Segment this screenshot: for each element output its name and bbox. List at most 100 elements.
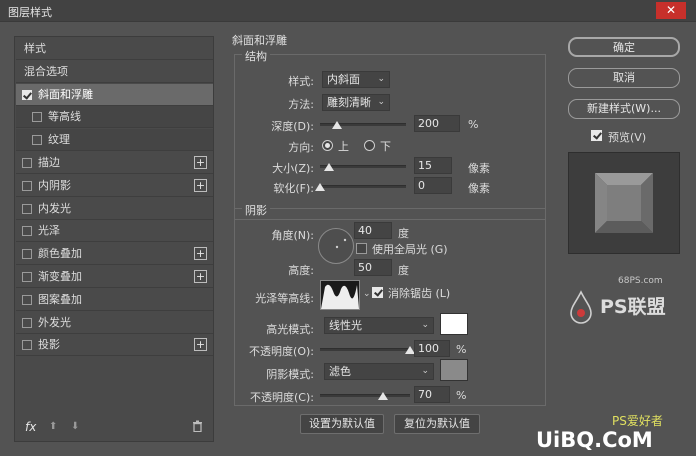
sidebar-item[interactable]: 内阴影 + <box>16 175 213 197</box>
styles-list-panel: 样式 混合选项 斜面和浮雕 等高线 纹理 描边 + 内阴影 + 内发光 光泽 颜色叠加 + 渐变叠加 + 图案… <box>14 36 214 442</box>
drop-logo-svg <box>570 290 592 324</box>
styles-list-toolbar: fx ⬆ ⬇ <box>15 415 213 441</box>
sidebar-item[interactable]: 外发光 <box>16 312 213 334</box>
depth-input[interactable]: 200 <box>414 115 460 132</box>
highlight-opacity-input[interactable]: 100 <box>414 340 450 357</box>
sidebar-item[interactable]: 光泽 <box>16 220 213 242</box>
sidebar-item-label: 等高线 <box>48 110 81 123</box>
altitude-unit: 度 <box>398 264 409 277</box>
sidebar-item-checkbox[interactable] <box>22 226 32 236</box>
angle-input[interactable]: 40 <box>354 222 392 239</box>
add-effect-icon[interactable]: + <box>194 338 207 351</box>
title-bar: 图层样式 ✕ <box>0 0 696 22</box>
technique-select-value: 雕刻清晰 <box>327 96 371 109</box>
sidebar-item[interactable]: 纹理 <box>16 129 213 151</box>
sidebar-item-checkbox[interactable] <box>22 181 32 191</box>
reset-default-button[interactable]: 复位为默认值 <box>394 414 480 434</box>
add-effect-icon[interactable]: + <box>194 156 207 169</box>
sidebar-item[interactable]: 内发光 <box>16 198 213 220</box>
highlight-opacity-label: 不透明度(O): <box>249 345 314 358</box>
sidebar-item-checkbox[interactable] <box>32 112 42 122</box>
shadow-opacity-input[interactable]: 70 <box>414 386 450 403</box>
preview-checkbox[interactable] <box>591 130 602 141</box>
chevron-down-icon[interactable]: ⌄ <box>363 289 371 299</box>
make-default-button[interactable]: 设置为默认值 <box>300 414 384 434</box>
technique-select[interactable]: 雕刻清晰 ⌄ <box>322 94 390 111</box>
sidebar-item-checkbox[interactable] <box>22 158 32 168</box>
size-input[interactable]: 15 <box>414 157 452 174</box>
fx-icon[interactable]: fx <box>25 420 36 434</box>
sidebar-item[interactable]: 投影 + <box>16 334 213 356</box>
sidebar-item-checkbox[interactable] <box>22 318 32 328</box>
contour-curve-icon <box>321 284 359 309</box>
sidebar-item-checkbox[interactable] <box>22 90 32 100</box>
style-select[interactable]: 内斜面 ⌄ <box>322 71 390 88</box>
soften-slider-thumb[interactable] <box>315 183 325 191</box>
highlight-color-swatch[interactable] <box>440 313 468 335</box>
bevel-emboss-panel: 斜面和浮雕 结构 样式: 内斜面 ⌄ 方法: 雕刻清晰 ⌄ 深度(D): 200… <box>228 32 555 434</box>
sidebar-item[interactable]: 颜色叠加 + <box>16 243 213 265</box>
altitude-input[interactable]: 50 <box>354 259 392 276</box>
highlight-opacity-slider[interactable] <box>320 348 410 351</box>
sidebar-item[interactable]: 图案叠加 <box>16 289 213 311</box>
sidebar-item-label: 斜面和浮雕 <box>38 88 93 101</box>
direction-up-radio[interactable] <box>322 140 333 151</box>
highlight-mode-label: 高光模式: <box>266 323 314 336</box>
size-label: 大小(Z): <box>272 162 314 175</box>
sidebar-item[interactable]: 描边 + <box>16 152 213 174</box>
highlight-mode-value: 线性光 <box>329 319 362 332</box>
depth-label: 深度(D): <box>271 120 314 133</box>
sidebar-item[interactable]: 等高线 <box>16 106 213 128</box>
gloss-contour-swatch[interactable] <box>320 280 360 310</box>
sidebar-item-checkbox[interactable] <box>32 135 42 145</box>
sidebar-item[interactable]: 斜面和浮雕 <box>16 84 213 106</box>
chevron-down-icon: ⌄ <box>421 366 429 376</box>
close-button[interactable]: ✕ <box>656 2 686 19</box>
sidebar-item[interactable]: 混合选项 <box>16 61 213 83</box>
add-effect-icon[interactable]: + <box>194 179 207 192</box>
move-down-icon[interactable]: ⬇ <box>71 421 79 432</box>
move-up-icon[interactable]: ⬆ <box>49 421 57 432</box>
altitude-label: 高度: <box>288 264 314 277</box>
new-style-button[interactable]: 新建样式(W)... <box>568 99 680 119</box>
sidebar-item[interactable]: 渐变叠加 + <box>16 266 213 288</box>
shadow-color-swatch[interactable] <box>440 359 468 381</box>
soften-input[interactable]: 0 <box>414 177 452 194</box>
soften-slider[interactable] <box>320 185 406 188</box>
sidebar-item-checkbox[interactable] <box>22 272 32 282</box>
depth-unit: % <box>468 118 479 131</box>
cancel-button[interactable]: 取消 <box>568 68 680 88</box>
size-slider-thumb[interactable] <box>323 163 334 171</box>
sidebar-item-checkbox[interactable] <box>22 249 32 259</box>
sidebar-item-label: 内发光 <box>38 202 71 215</box>
sidebar-item-label: 混合选项 <box>24 65 68 78</box>
sidebar-item-label: 颜色叠加 <box>38 247 82 260</box>
angle-wheel[interactable] <box>318 228 354 264</box>
sidebar-item-checkbox[interactable] <box>22 204 32 214</box>
dialog-title: 图层样式 <box>8 6 52 19</box>
depth-slider-thumb[interactable] <box>332 121 343 129</box>
sidebar-item-label: 样式 <box>24 42 46 55</box>
highlight-mode-select[interactable]: 线性光 ⌄ <box>324 317 434 334</box>
trash-icon[interactable] <box>192 420 203 435</box>
add-effect-icon[interactable]: + <box>194 247 207 260</box>
add-effect-icon[interactable]: + <box>194 270 207 283</box>
sidebar-item-label: 纹理 <box>48 133 70 146</box>
sidebar-item-label: 图案叠加 <box>38 293 82 306</box>
sidebar-item-label: 描边 <box>38 156 60 169</box>
sidebar-item-label: 渐变叠加 <box>38 270 82 283</box>
gloss-contour-label: 光泽等高线: <box>255 292 314 305</box>
sidebar-item[interactable]: 样式 <box>16 38 213 60</box>
direction-down-radio[interactable] <box>364 140 375 151</box>
sidebar-item-label: 光泽 <box>38 224 60 237</box>
shadow-mode-select[interactable]: 滤色 ⌄ <box>324 363 434 380</box>
section-title: 斜面和浮雕 <box>232 34 287 47</box>
antialias-checkbox[interactable] <box>372 287 383 298</box>
structure-title: 结构 <box>242 48 270 64</box>
ok-button[interactable]: 确定 <box>568 37 680 57</box>
shadow-opacity-slider[interactable] <box>320 394 410 397</box>
global-light-checkbox[interactable] <box>356 243 367 254</box>
sidebar-item-checkbox[interactable] <box>22 340 32 350</box>
shadow-opacity-thumb[interactable] <box>378 392 388 400</box>
sidebar-item-checkbox[interactable] <box>22 295 32 305</box>
